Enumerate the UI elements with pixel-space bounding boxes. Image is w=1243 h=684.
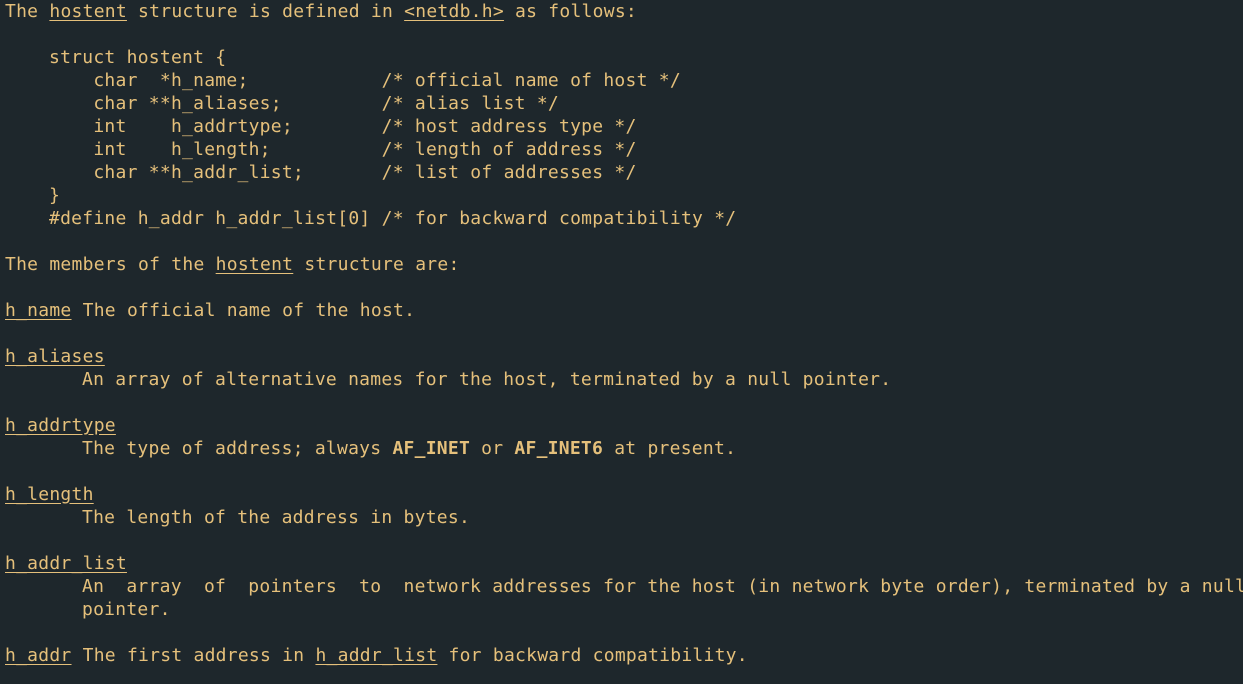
h-aliases-term-line: h_aliases [5, 345, 1243, 368]
hostent-link[interactable]: hostent [49, 1, 127, 22]
h-addr-list-desc-2: pointer. [82, 599, 171, 620]
code-line-h-aliases: char **h_aliases; /* alias list */ [49, 93, 559, 114]
h-addrtype-desc-pre: The type of address; always [82, 438, 393, 459]
code-line-h-addrtype: int h_addrtype; /* host address type */ [49, 116, 637, 137]
af-inet-constant: AF_INET [392, 438, 471, 459]
h-addr-list-term-line: h_addr_list [5, 552, 1243, 575]
h-length-desc: The length of the address in bytes. [82, 507, 471, 528]
members-intro-line: The members of the hostent structure are… [5, 253, 1243, 276]
h-addr-desc-pre: The first address in [71, 645, 316, 666]
h-addr-list-desc-1: An array of pointers to network addresse… [82, 576, 1243, 597]
h-addr-term[interactable]: h_addr [5, 645, 72, 666]
intro-mid: structure is defined in [126, 1, 405, 22]
h-addr-entry: h_addr The first address in h_addr_list … [5, 644, 1243, 667]
h-length-term[interactable]: h_length [5, 484, 94, 505]
af-inet6-constant: AF_INET6 [514, 438, 604, 459]
members-intro-post: structure are: [293, 254, 460, 275]
h-addr-desc-post: for backward compatibility. [437, 645, 748, 666]
h-aliases-desc: An array of alternative names for the ho… [82, 369, 892, 390]
h-addrtype-term-line: h_addrtype [5, 414, 1243, 437]
code-line-close-brace: } [49, 185, 61, 206]
man-page-terminal: The hostent structure is defined in <net… [0, 0, 1243, 684]
code-line-define: #define h_addr h_addr_list[0] /* for bac… [49, 208, 737, 229]
code-line-h-length: int h_length; /* length of address */ [49, 139, 637, 160]
hostent-link[interactable]: hostent [216, 254, 294, 275]
h-addrtype-desc-mid: or [470, 438, 515, 459]
intro-line: The hostent structure is defined in <net… [5, 0, 1243, 23]
intro-post: as follows: [503, 1, 637, 22]
h-addr-list-link[interactable]: h_addr_list [315, 645, 437, 666]
h-addrtype-desc-post: at present. [603, 438, 737, 459]
intro-pre: The [5, 1, 50, 22]
code-line-struct: struct hostent { [49, 47, 227, 68]
h-name-entry: h_name The official name of the host. [5, 299, 1243, 322]
h-addrtype-desc: The type of address; always AF_INET or A… [5, 437, 1243, 460]
h-name-term[interactable]: h_name [5, 300, 72, 321]
h-name-desc: The official name of the host. [71, 300, 416, 321]
members-intro-pre: The members of the [5, 254, 216, 275]
netdb-header-link[interactable]: <netdb.h> [404, 1, 504, 22]
h-addr-list-term[interactable]: h_addr_list [5, 553, 127, 574]
code-line-h-addr-list: char **h_addr_list; /* list of addresses… [49, 162, 637, 183]
h-length-term-line: h_length [5, 483, 1243, 506]
code-line-h-name: char *h_name; /* official name of host *… [49, 70, 681, 91]
h-aliases-term[interactable]: h_aliases [5, 346, 105, 367]
h-addrtype-term[interactable]: h_addrtype [5, 415, 116, 436]
